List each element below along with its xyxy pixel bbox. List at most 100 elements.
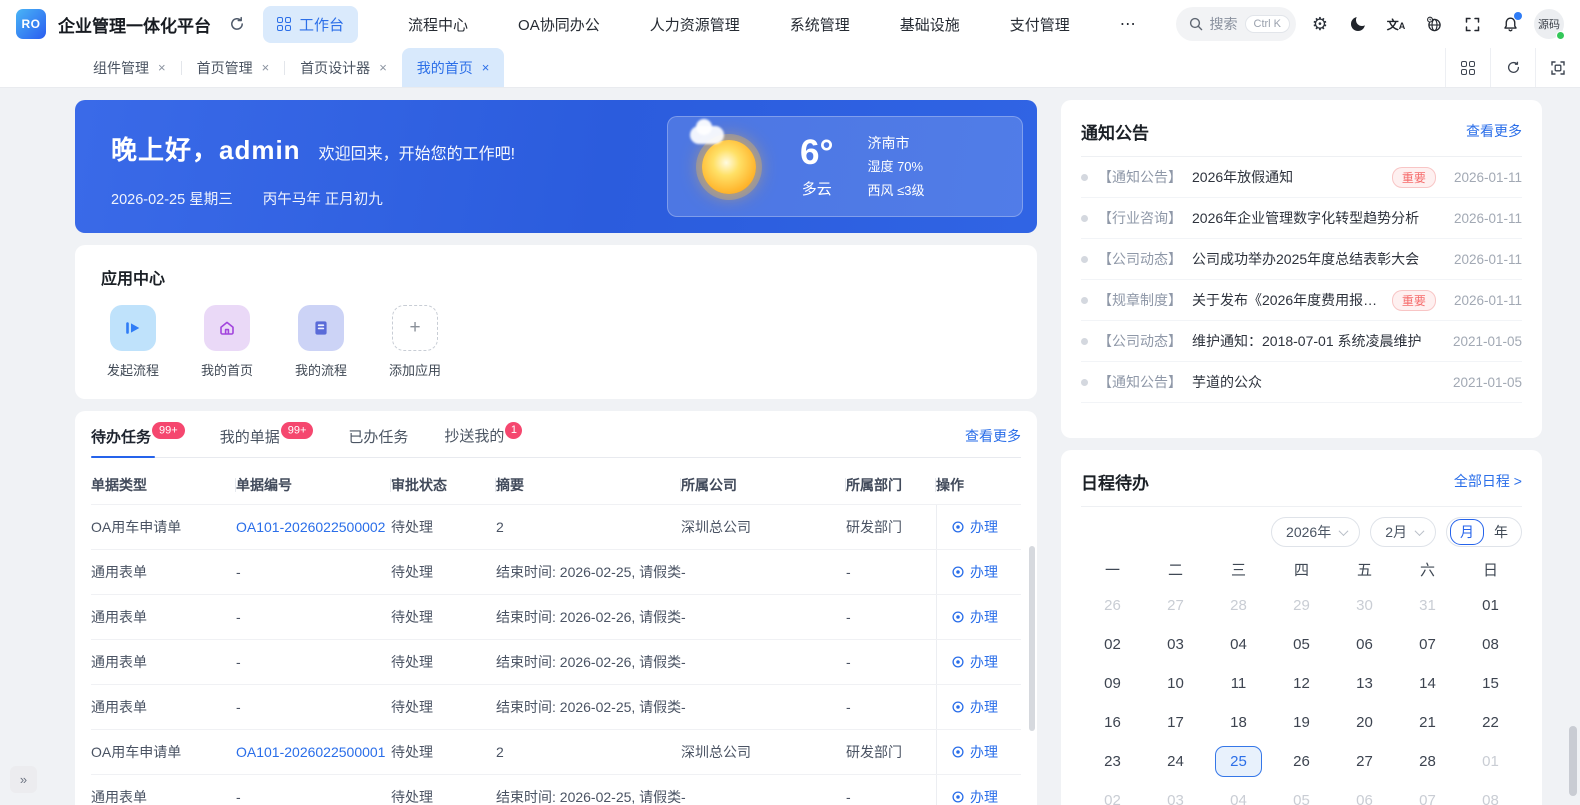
doc-no-link[interactable]: OA101-2026022500002 [236,519,391,535]
calendar-day[interactable]: 06 [1333,625,1396,664]
nav-item-oa-office[interactable]: OA协同办公 [518,14,600,35]
nav-item-system-mgmt[interactable]: 系统管理 [790,14,850,35]
calendar-day[interactable]: 18 [1207,703,1270,742]
calendar-day[interactable]: 03 [1144,625,1207,664]
tab-homepage-designer[interactable]: 首页设计器 × [285,48,402,87]
app-start-process[interactable]: 发起流程 [101,305,165,379]
calendar-day[interactable]: 27 [1144,586,1207,625]
calendar-day[interactable]: 28 [1207,586,1270,625]
calendar-day[interactable]: 09 [1081,664,1144,703]
sidebar-expand-button[interactable]: » [10,766,37,793]
calendar-day[interactable]: 07 [1396,781,1459,805]
notice-item[interactable]: 【通知公告】 芋道的公众 2021-01-05 [1081,362,1522,403]
notices-view-more-link[interactable]: 查看更多 [1466,121,1522,141]
settings-gear-icon[interactable]: ⚙ [1306,10,1334,38]
calendar-day[interactable]: 16 [1081,703,1144,742]
notice-item[interactable]: 【通知公告】 2026年放假通知 重要 2026-01-11 [1081,157,1522,198]
calendar-day[interactable]: 26 [1270,742,1333,781]
task-tab-done[interactable]: 已办任务 [348,426,408,447]
calendar-day[interactable]: 06 [1333,781,1396,805]
task-tab-todo[interactable]: 待办任务 99+ [91,422,185,447]
tabbar-fullscreen-icon[interactable] [1535,48,1580,87]
calendar-day[interactable]: 02 [1081,781,1144,805]
calendar-day[interactable]: 21 [1396,703,1459,742]
calendar-day[interactable]: 24 [1144,742,1207,781]
month-select[interactable]: 2月 [1370,517,1436,547]
calendar-day[interactable]: 03 [1144,781,1207,805]
table-scrollbar[interactable] [1029,546,1035,731]
calendar-day[interactable]: 23 [1081,742,1144,781]
notification-bell-icon[interactable] [1496,10,1524,38]
app-my-process[interactable]: 我的流程 [289,305,353,379]
calendar-day[interactable]: 19 [1270,703,1333,742]
calendar-day[interactable]: 13 [1333,664,1396,703]
calendar-day[interactable]: 01 [1459,586,1522,625]
tabbar-grid-icon[interactable] [1445,48,1490,87]
calendar-day[interactable]: 30 [1333,586,1396,625]
calendar-day[interactable]: 04 [1207,781,1270,805]
task-tab-cc-me[interactable]: 抄送我的 1 [444,421,523,447]
calendar-day[interactable]: 28 [1396,742,1459,781]
calendar-day[interactable]: 26 [1081,586,1144,625]
calendar-day[interactable]: 10 [1144,664,1207,703]
calendar-day[interactable]: 11 [1207,664,1270,703]
notice-item[interactable]: 【公司动态】 维护通知：2018-07-01 系统凌晨维护 2021-01-05 [1081,321,1522,362]
action-handle-link[interactable]: 办理 [936,505,1021,549]
nav-more-button[interactable]: ⋯ [1120,14,1138,34]
calendar-day[interactable]: 12 [1270,664,1333,703]
action-handle-link[interactable]: 办理 [936,685,1021,729]
calendar-day[interactable]: 05 [1270,781,1333,805]
app-add-application[interactable]: + 添加应用 [383,305,447,379]
calendar-day[interactable]: 04 [1207,625,1270,664]
search-input[interactable]: 搜索 Ctrl K [1175,7,1296,41]
fullscreen-icon[interactable] [1458,10,1486,38]
calendar-day[interactable]: 22 [1459,703,1522,742]
doc-no-link[interactable]: OA101-2026022500001 [236,744,391,760]
action-handle-link[interactable]: 办理 [936,730,1021,774]
refresh-icon[interactable] [223,10,251,38]
calendar-day[interactable]: 01 [1459,742,1522,781]
mode-year-button[interactable]: 年 [1484,520,1518,544]
nav-item-infrastructure[interactable]: 基础设施 [900,14,960,35]
app-my-homepage[interactable]: 我的首页 [195,305,259,379]
calendar-day[interactable]: 08 [1459,781,1522,805]
calendar-day-selected[interactable]: 25 [1207,742,1270,781]
calendar-day[interactable]: 02 [1081,625,1144,664]
tab-component-management[interactable]: 组件管理 × [78,48,181,87]
dark-mode-moon-icon[interactable] [1344,10,1372,38]
calendar-day[interactable]: 07 [1396,625,1459,664]
tab-close-icon[interactable]: × [158,60,166,75]
calendar-day[interactable]: 08 [1459,625,1522,664]
user-avatar[interactable]: 源码 [1534,9,1565,40]
nav-item-workbench[interactable]: 工作台 [263,5,359,43]
tab-my-homepage[interactable]: 我的首页 × [401,48,505,87]
calendar-day[interactable]: 27 [1333,742,1396,781]
action-handle-link[interactable]: 办理 [936,595,1021,639]
tab-close-icon[interactable]: × [379,60,387,75]
nav-item-payment[interactable]: 支付管理 [1010,14,1070,35]
nav-item-process-center[interactable]: 流程中心 [408,14,468,35]
nav-item-hr[interactable]: 人力资源管理 [650,14,740,35]
page-scrollbar[interactable] [1569,726,1577,796]
action-handle-link[interactable]: 办理 [936,550,1021,594]
tab-close-icon[interactable]: × [262,60,270,75]
calendar-day[interactable]: 20 [1333,703,1396,742]
tabbar-refresh-icon[interactable] [1490,48,1535,87]
calendar-day[interactable]: 14 [1396,664,1459,703]
schedule-view-all-link[interactable]: 全部日程 > [1454,471,1522,491]
notice-item[interactable]: 【公司动态】 公司成功举办2025年度总结表彰大会 2026-01-11 [1081,239,1522,280]
calendar-day[interactable]: 31 [1396,586,1459,625]
tasks-view-more-link[interactable]: 查看更多 [965,426,1021,446]
notice-item[interactable]: 【规章制度】 关于发布《2026年度费用报销管... 重要 2026-01-11 [1081,280,1522,321]
notice-item[interactable]: 【行业咨询】 2026年企业管理数字化转型趋势分析 2026-01-11 [1081,198,1522,239]
tab-close-icon[interactable]: × [482,60,490,75]
calendar-day[interactable]: 17 [1144,703,1207,742]
year-select[interactable]: 2026年 [1271,517,1361,547]
language-translate-icon[interactable]: 文A [1382,10,1410,38]
action-handle-link[interactable]: 办理 [936,640,1021,684]
timezone-globe-icon[interactable] [1420,10,1448,38]
calendar-day[interactable]: 29 [1270,586,1333,625]
task-tab-my-docs[interactable]: 我的单据 99+ [220,422,314,447]
mode-month-button[interactable]: 月 [1450,519,1484,545]
calendar-day[interactable]: 15 [1459,664,1522,703]
